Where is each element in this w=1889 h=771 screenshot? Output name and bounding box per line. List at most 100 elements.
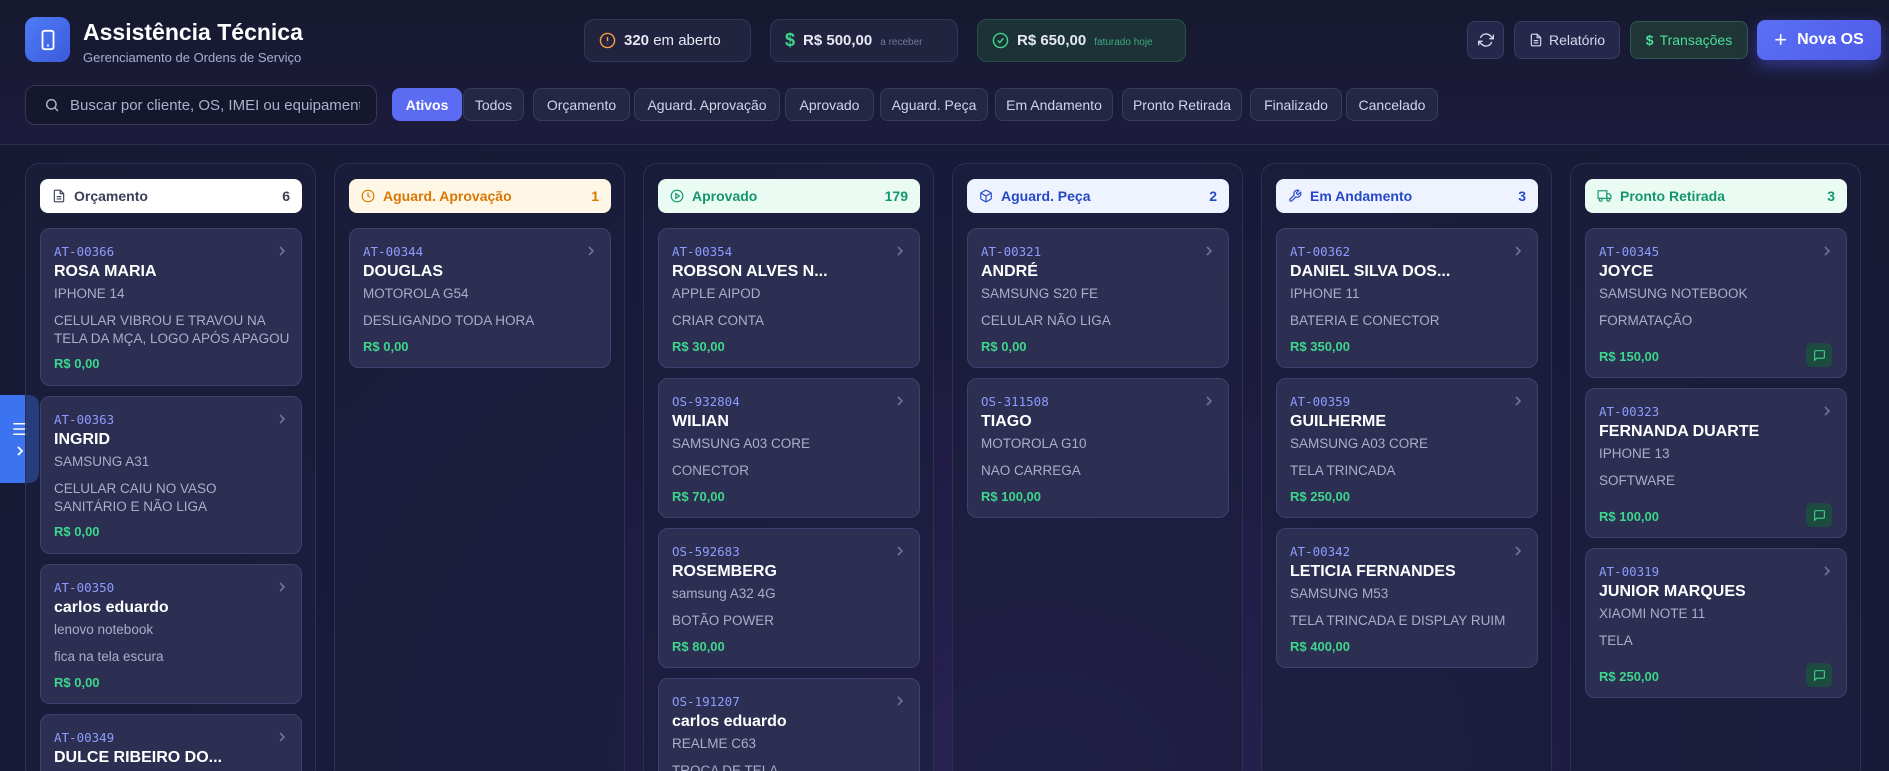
filter-ativos[interactable]: Ativos [392, 88, 462, 121]
os-code: AT-00319 [1599, 564, 1660, 579]
client-name: JUNIOR MARQUES [1599, 583, 1746, 600]
os-code: AT-00323 [1599, 404, 1660, 419]
os-card[interactable]: OS-592683 ROSEMBERG samsung A32 4G BOTÃO… [658, 528, 920, 668]
filter-aprovado[interactable]: Aprovado [785, 88, 874, 121]
chevron-right-icon [1824, 566, 1831, 576]
transactions-button[interactable]: $ Transações [1630, 21, 1748, 59]
chevron-right-icon [279, 246, 286, 256]
os-price: R$ 70,00 [672, 489, 725, 504]
truck-icon [1597, 190, 1612, 202]
column-count: 3 [1518, 188, 1526, 204]
stat-receivable: $ R$ 500,00 a receber [770, 19, 958, 62]
refresh-icon [1477, 33, 1494, 47]
client-name: GUILHERME [1290, 413, 1386, 430]
chat-icon [1813, 509, 1825, 522]
os-card[interactable]: AT-00354 ROBSON ALVES N... APPLE AIPOD C… [658, 228, 920, 368]
os-card[interactable]: AT-00363 INGRID SAMSUNG A31 CELULAR CAIU… [40, 396, 302, 554]
os-code: OS-191207 [672, 694, 740, 709]
issue-description: FORMATAÇÃO [1599, 313, 1693, 328]
os-card[interactable]: AT-00323 FERNANDA DUARTE IPHONE 13 SOFTW… [1585, 388, 1847, 538]
issue-description: CRIAR CONTA [672, 313, 765, 328]
message-button[interactable] [1806, 343, 1832, 367]
column-title: Aguard. Aprovação [383, 188, 512, 204]
os-card[interactable]: AT-00362 DANIEL SILVA DOS... IPHONE 11 B… [1276, 228, 1538, 368]
issue-description: CELULAR NÃO LIGA [981, 313, 1111, 328]
os-card[interactable]: OS-932804 WILIAN SAMSUNG A03 CORE CONECT… [658, 378, 920, 518]
os-code: OS-311508 [981, 394, 1049, 409]
column-title: Pronto Retirada [1620, 188, 1726, 204]
filter-aguard-peca[interactable]: Aguard. Peça [880, 88, 988, 121]
filter-cancelado[interactable]: Cancelado [1346, 88, 1438, 121]
chevron-right-icon [16, 446, 23, 456]
filter-todos[interactable]: Todos [463, 88, 524, 121]
os-card[interactable]: AT-00349 DULCE RIBEIRO DO... [40, 714, 302, 771]
column-title: Aprovado [692, 188, 758, 204]
issue-description: TELA TRINCADA E DISPLAY RUIM [1290, 613, 1506, 628]
chevron-right-icon [1515, 546, 1522, 556]
chevron-right-icon [279, 414, 286, 424]
column-aprovado: Aprovado 179 AT-00354 ROBSON ALVES N... … [643, 163, 934, 771]
app-subtitle: Gerenciamento de Ordens de Serviço [83, 50, 302, 65]
client-name: carlos eduardo [54, 599, 169, 616]
filter-finalizado[interactable]: Finalizado [1250, 88, 1342, 121]
column-header: Orçamento 6 [40, 179, 302, 213]
os-price: R$ 100,00 [981, 489, 1041, 504]
report-button[interactable]: Relatório [1514, 21, 1620, 59]
new-os-button[interactable]: + Nova OS [1757, 20, 1881, 60]
check-circle-icon [992, 32, 1009, 49]
issue-description: TROCA DE TELA [672, 763, 779, 771]
os-card[interactable]: AT-00319 JUNIOR MARQUES XIAOMI NOTE 11 T… [1585, 548, 1847, 698]
filter-pronto-retirada[interactable]: Pronto Retirada [1122, 88, 1242, 121]
dollar-icon: $ [1645, 32, 1654, 48]
issue-description: NAO CARREGA [981, 463, 1081, 478]
os-code: AT-00366 [54, 244, 115, 259]
chevron-right-icon [1206, 246, 1213, 256]
os-card[interactable]: AT-00342 LETICIA FERNANDES SAMSUNG M53 T… [1276, 528, 1538, 668]
os-card[interactable]: AT-00345 JOYCE SAMSUNG NOTEBOOK FORMATAÇ… [1585, 228, 1847, 378]
column-em-andamento: Em Andamento 3 AT-00362 DANIEL SILVA DOS… [1261, 163, 1552, 771]
os-price: R$ 0,00 [54, 675, 100, 690]
stat-open: 320 em aberto [584, 19, 751, 62]
issue-description: TELA [1599, 633, 1633, 648]
column-count: 2 [1209, 188, 1217, 204]
column-header: Pronto Retirada 3 [1585, 179, 1847, 213]
issue-description: BOTÃO POWER [672, 613, 775, 628]
client-name: DANIEL SILVA DOS... [1290, 263, 1451, 280]
issue-description: SOFTWARE [1599, 473, 1675, 488]
issue-description: fica na tela escura [54, 649, 164, 664]
device-name: lenovo notebook [54, 622, 154, 637]
os-price: R$ 350,00 [1290, 339, 1350, 354]
os-code: AT-00363 [54, 412, 115, 427]
os-card[interactable]: AT-00350 carlos eduardo lenovo notebook … [40, 564, 302, 704]
chevron-right-icon [588, 246, 595, 256]
os-card[interactable]: AT-00359 GUILHERME SAMSUNG A03 CORE TELA… [1276, 378, 1538, 518]
search-input[interactable] [70, 96, 360, 114]
app-title: Assistência Técnica [83, 19, 303, 45]
os-code: AT-00349 [54, 730, 115, 745]
client-name: carlos eduardo [672, 713, 787, 730]
chevron-right-icon [279, 732, 286, 742]
filter-aguard-aprovacao[interactable]: Aguard. Aprovação [634, 88, 780, 121]
os-code: AT-00345 [1599, 244, 1660, 259]
client-name: WILIAN [672, 413, 729, 430]
device-name: XIAOMI NOTE 11 [1599, 606, 1706, 621]
message-button[interactable] [1806, 663, 1832, 687]
chevron-right-icon [1824, 246, 1831, 256]
os-card[interactable]: AT-00321 ANDRÉ SAMSUNG S20 FE CELULAR NÃ… [967, 228, 1229, 368]
os-card[interactable]: OS-311508 TIAGO MOTOROLA G10 NAO CARREGA… [967, 378, 1229, 518]
os-card[interactable]: AT-00366 ROSA MARIA IPHONE 14 CELULAR VI… [40, 228, 302, 386]
os-card[interactable]: OS-191207 carlos eduardo REALME C63 TROC… [658, 678, 920, 771]
message-button[interactable] [1806, 503, 1832, 527]
refresh-button[interactable] [1467, 21, 1504, 59]
os-price: R$ 250,00 [1599, 669, 1659, 684]
client-name: JOYCE [1599, 263, 1654, 280]
client-name: TIAGO [981, 413, 1032, 430]
filter-em-andamento[interactable]: Em Andamento [995, 88, 1113, 121]
play-circle-icon [670, 189, 684, 203]
column-title: Aguard. Peça [1001, 188, 1091, 204]
os-card[interactable]: AT-00344 DOUGLAS MOTOROLA G54 DESLIGANDO… [349, 228, 611, 368]
issue-description: BATERIA E CONECTOR [1290, 313, 1440, 328]
os-price: R$ 0,00 [54, 356, 100, 371]
file-text-icon [1530, 33, 1542, 47]
filter-orcamento[interactable]: Orçamento [533, 88, 630, 121]
